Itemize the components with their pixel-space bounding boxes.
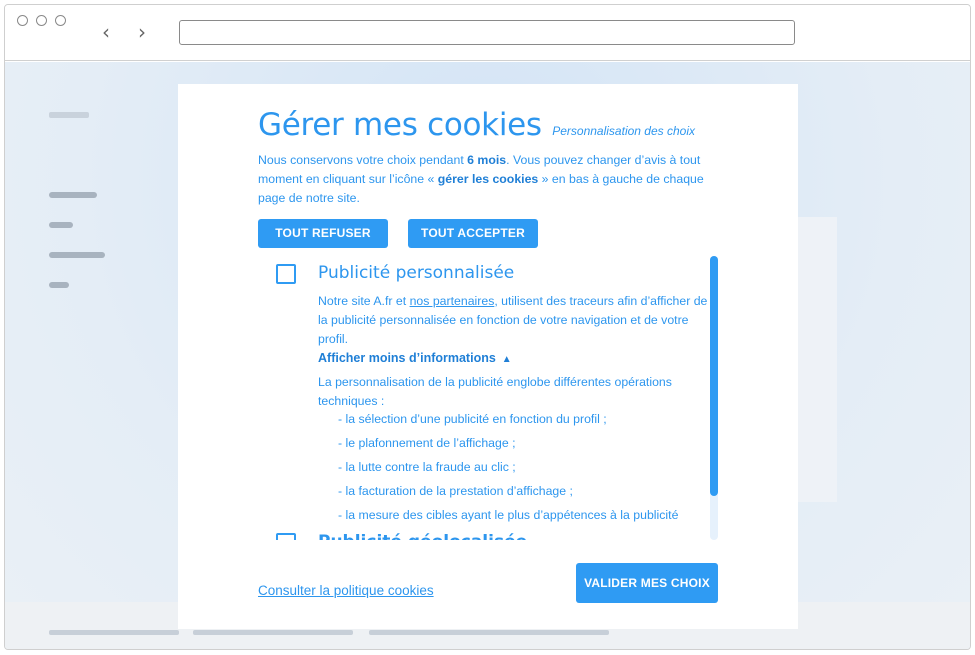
close-window-dot[interactable]: [17, 15, 28, 26]
retention-duration: 6 mois: [467, 153, 507, 167]
list-item: - la lutte contre la fraude au clic ;: [338, 460, 516, 474]
list-item: - la facturation de la prestation d’affi…: [338, 484, 573, 498]
toggle-label: Afficher moins d’informations: [318, 351, 496, 365]
chevron-right-icon[interactable]: ›: [138, 22, 146, 42]
intro-text: Nous conservons votre choix pendant: [258, 153, 468, 167]
validate-choices-button[interactable]: VALIDER MES CHOIX: [576, 563, 718, 603]
footer-link: [369, 630, 609, 635]
category-title: Publicité personnalisée: [318, 263, 515, 283]
category-title: Publicité géolocalisée: [318, 532, 527, 540]
chevron-up-icon: ▲: [501, 354, 512, 365]
modal-title: Gérer mes cookies: [258, 107, 542, 143]
modal-header: Gérer mes cookies Personnalisation des c…: [258, 107, 695, 143]
show-less-toggle[interactable]: Afficher moins d’informations ▲: [318, 351, 512, 365]
cookie-consent-modal: Gérer mes cookies Personnalisation des c…: [178, 84, 798, 629]
address-bar[interactable]: [179, 20, 795, 45]
description-text: Notre site A.fr et: [318, 294, 410, 308]
page-nav-item: [49, 282, 69, 288]
refuse-all-button[interactable]: TOUT REFUSER: [258, 219, 388, 248]
maximize-window-dot[interactable]: [55, 15, 66, 26]
minimize-window-dot[interactable]: [36, 15, 47, 26]
cookie-policy-link[interactable]: Consulter la politique cookies: [258, 583, 434, 598]
partners-link[interactable]: nos partenaires: [410, 294, 495, 308]
chevron-left-icon[interactable]: ‹: [102, 22, 110, 42]
list-item: - la sélection d’une publicité en foncti…: [338, 412, 607, 426]
list-item: - le plafonnement de l’affichage ;: [338, 436, 516, 450]
category-details-intro: La personnalisation de la publicité engl…: [318, 375, 672, 408]
category-details-list: - la sélection d’une publicité en foncti…: [338, 410, 718, 530]
site-logo: [49, 112, 89, 118]
geolocated-ads-checkbox[interactable]: [276, 533, 296, 540]
accept-all-button[interactable]: TOUT ACCEPTER: [408, 219, 538, 248]
categories-scroll-area[interactable]: Publicité personnalisée Notre site A.fr …: [258, 256, 718, 540]
page-nav-item: [49, 222, 73, 228]
scrollbar-thumb[interactable]: [710, 256, 718, 496]
browser-window: ‹ › Gérer mes cookies Personnalisation d…: [4, 4, 971, 650]
browser-toolbar: ‹ ›: [5, 5, 970, 61]
list-item: - la mesure des cibles ayant le plus d’a…: [338, 508, 679, 522]
footer-link: [49, 630, 179, 635]
page-nav-item: [49, 252, 105, 258]
modal-intro: Nous conservons votre choix pendant 6 mo…: [258, 151, 718, 208]
footer-link: [193, 630, 353, 635]
manage-cookies-icon-name: gérer les cookies: [437, 172, 539, 186]
page-nav-item: [49, 192, 97, 198]
modal-subtitle: Personnalisation des choix: [552, 124, 695, 138]
category-description: Notre site A.fr et nos partenaires, util…: [318, 292, 708, 349]
personalized-ads-checkbox[interactable]: [276, 264, 296, 284]
